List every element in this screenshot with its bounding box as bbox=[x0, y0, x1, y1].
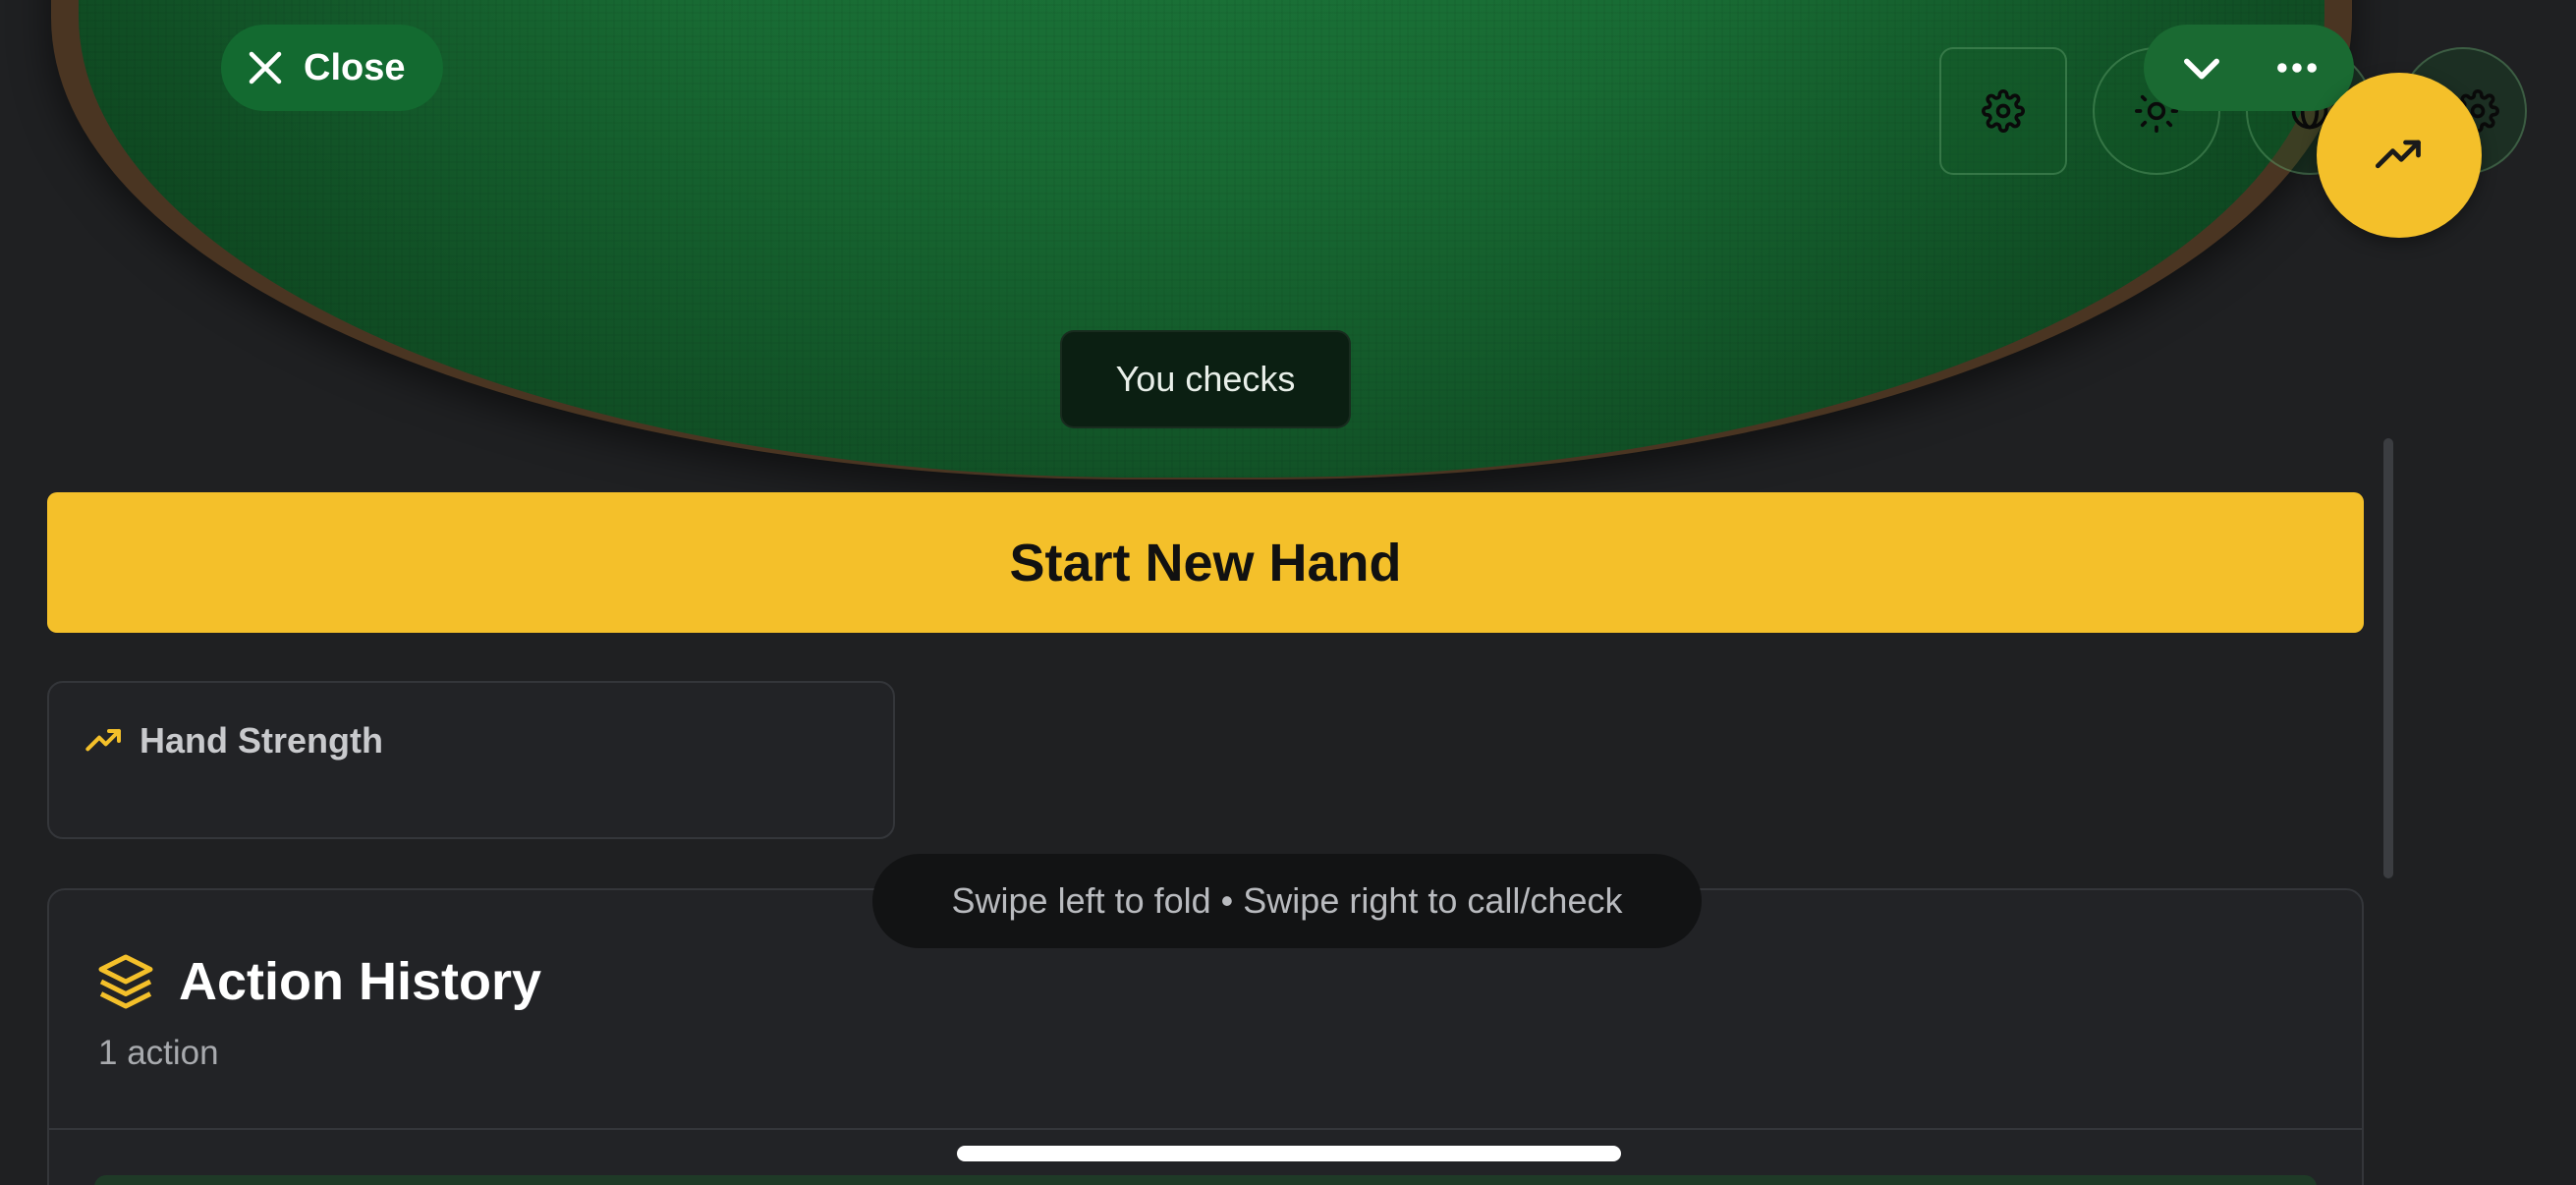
divider bbox=[49, 1128, 2362, 1130]
more-horizontal-icon[interactable] bbox=[2271, 42, 2323, 93]
window-menu bbox=[2144, 25, 2354, 111]
action-count: 1 action bbox=[98, 1034, 219, 1072]
action-toast: You checks bbox=[1060, 330, 1351, 428]
close-icon bbox=[245, 47, 286, 88]
hand-strength-header: Hand Strength bbox=[84, 720, 383, 762]
action-history-title: Action History bbox=[179, 952, 542, 1011]
layers-icon bbox=[96, 952, 155, 1011]
gear-icon bbox=[1982, 89, 2025, 133]
start-new-hand-button[interactable]: Start New Hand bbox=[47, 492, 2364, 633]
home-indicator[interactable] bbox=[957, 1146, 1621, 1161]
chevron-down-icon[interactable] bbox=[2176, 42, 2227, 93]
hand-strength-card: Hand Strength bbox=[47, 681, 895, 839]
hand-strength-title: Hand Strength bbox=[140, 720, 383, 761]
swipe-hint: Swipe left to fold • Swipe right to call… bbox=[872, 854, 1702, 948]
trending-up-icon bbox=[2374, 130, 2425, 181]
action-history-header: Action History bbox=[96, 951, 541, 1012]
close-label: Close bbox=[304, 46, 406, 88]
stats-fab-button[interactable] bbox=[2317, 73, 2482, 238]
poker-app-screen: Close You checks Start New Hand Hand Str… bbox=[0, 0, 2576, 1185]
settings-button[interactable] bbox=[1939, 47, 2067, 175]
trending-up-icon bbox=[84, 721, 124, 761]
list-item[interactable] bbox=[94, 1175, 2317, 1185]
close-button[interactable]: Close bbox=[221, 25, 443, 111]
scrollbar[interactable] bbox=[2383, 438, 2393, 878]
